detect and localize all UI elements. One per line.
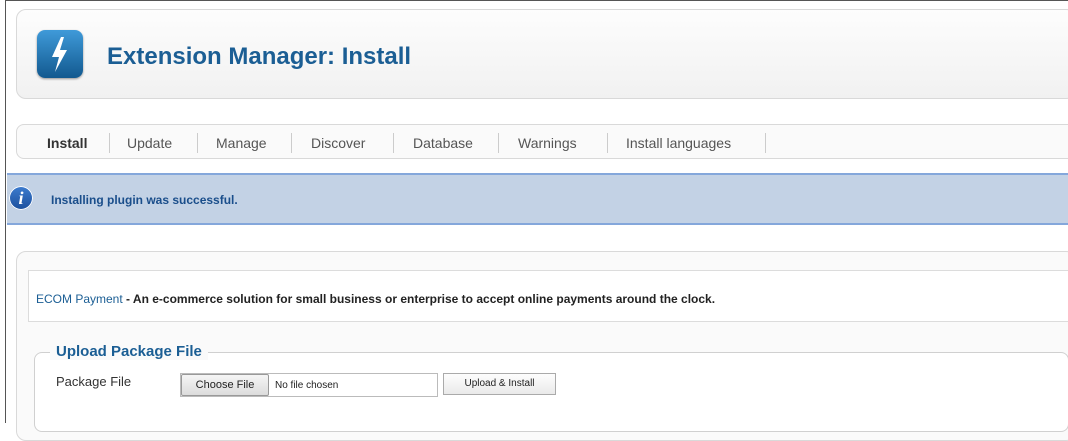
- tab-divider: [498, 133, 499, 153]
- tab-database[interactable]: Database: [413, 134, 473, 152]
- extension-name: ECOM Payment: [36, 292, 123, 306]
- tab-manage[interactable]: Manage: [216, 134, 267, 152]
- file-status-text: No file chosen: [275, 380, 339, 391]
- info-icon: i: [9, 186, 33, 210]
- tab-divider: [393, 133, 394, 153]
- tab-install-languages[interactable]: Install languages: [626, 134, 731, 152]
- extension-description: ECOM Payment - An e-commerce solution fo…: [36, 292, 715, 306]
- tab-divider: [291, 133, 292, 153]
- lightning-bolt-icon: [37, 30, 83, 78]
- page-header: Extension Manager: Install: [16, 9, 1068, 99]
- tab-update[interactable]: Update: [127, 134, 172, 152]
- page-title: Extension Manager: Install: [107, 43, 412, 70]
- message-text: Installing plugin was successful.: [51, 193, 238, 207]
- tab-warnings[interactable]: Warnings: [518, 134, 577, 152]
- tab-discover[interactable]: Discover: [311, 134, 365, 152]
- tab-divider: [197, 133, 198, 153]
- tab-bar: Install Update Manage Discover Database …: [16, 124, 1068, 159]
- choose-file-button[interactable]: Choose File: [181, 374, 269, 396]
- success-message: i Installing plugin was successful.: [7, 173, 1068, 225]
- upload-install-button[interactable]: Upload & Install: [443, 373, 556, 395]
- extension-summary: - An e-commerce solution for small busin…: [122, 292, 716, 306]
- tab-divider: [109, 133, 110, 153]
- tab-divider: [765, 133, 766, 153]
- tab-divider: [607, 133, 608, 153]
- tab-install[interactable]: Install: [47, 134, 87, 152]
- package-file-label: Package File: [56, 374, 132, 389]
- upload-legend: Upload Package File: [50, 343, 208, 360]
